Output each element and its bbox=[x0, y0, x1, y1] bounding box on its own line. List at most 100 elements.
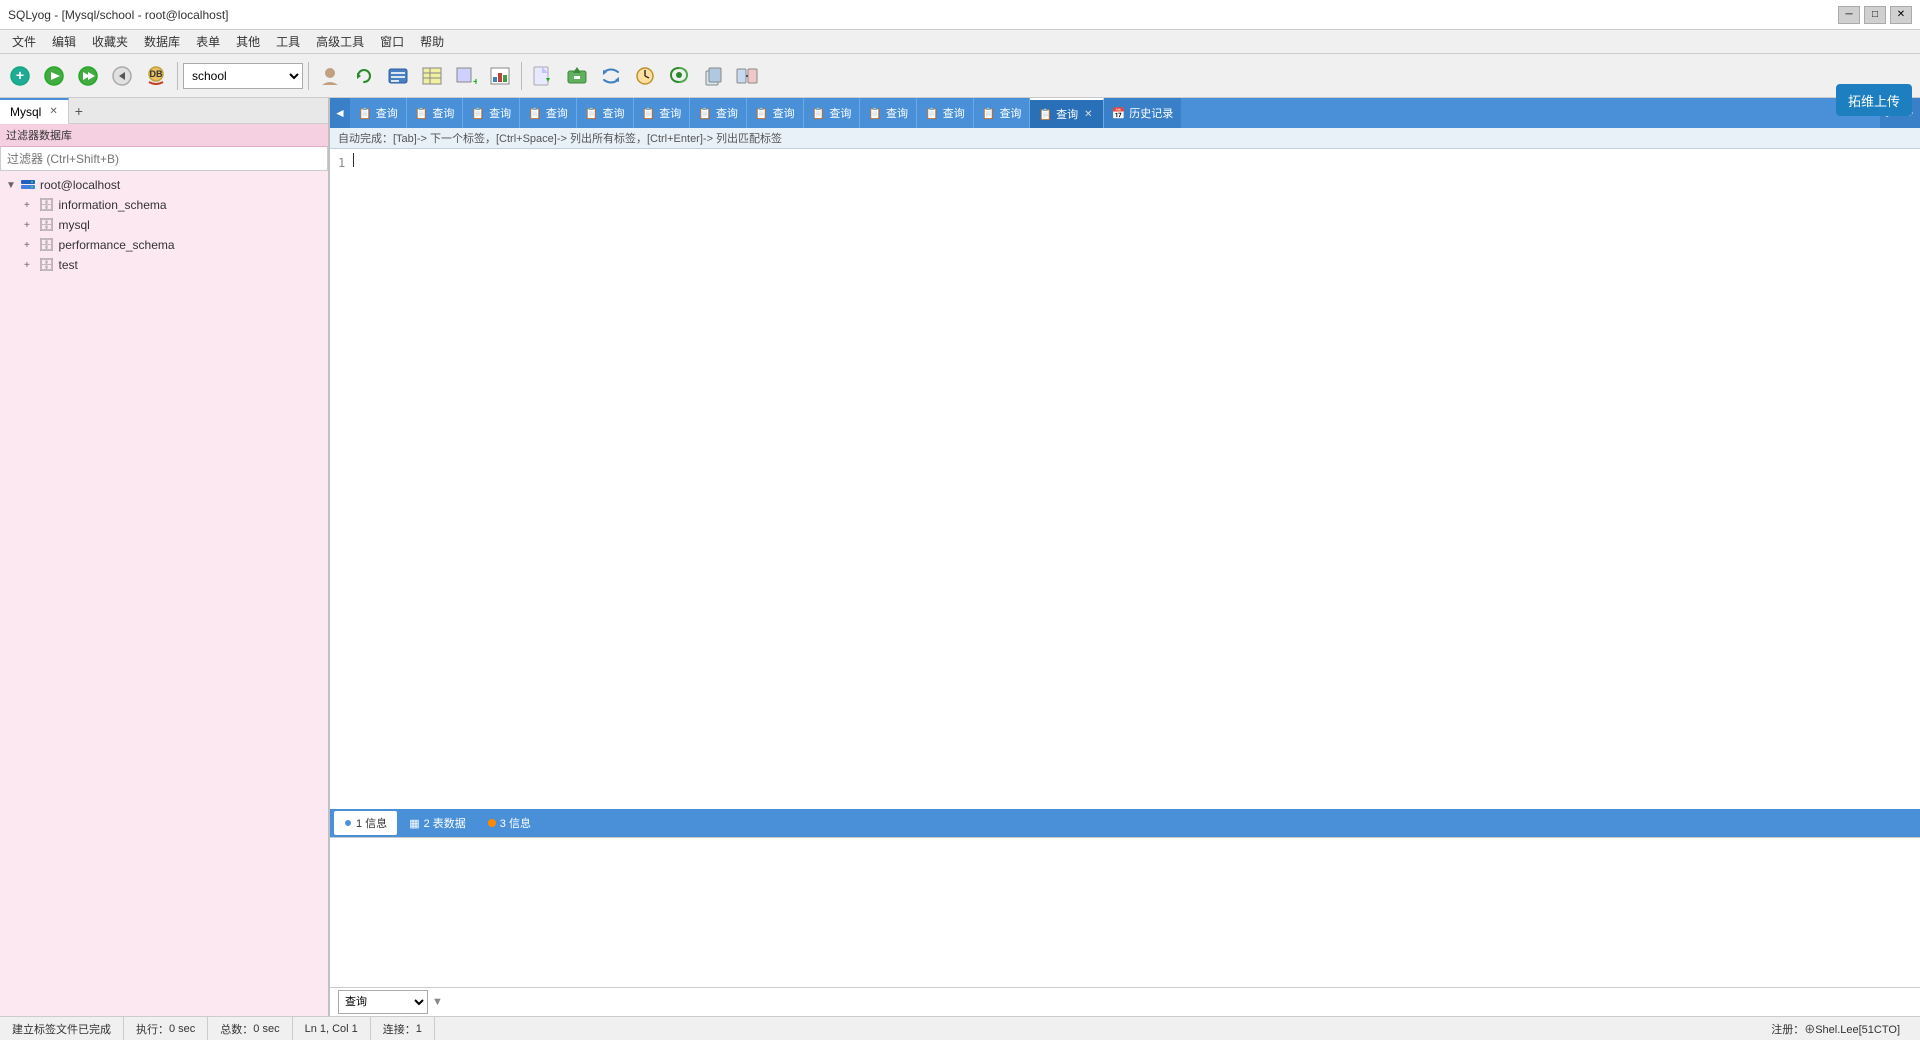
query-type-select[interactable]: 查询 bbox=[338, 990, 428, 1014]
tab-icon: 📋 bbox=[868, 107, 882, 120]
tree-db-item[interactable]: + 🗄 mysql bbox=[0, 215, 328, 235]
menu-item-编辑[interactable]: 编辑 bbox=[44, 31, 84, 52]
sidebar-tab-label: Mysql bbox=[10, 99, 41, 125]
history-tab[interactable]: 📅 历史记录 bbox=[1104, 98, 1182, 128]
menu-item-文件[interactable]: 文件 bbox=[4, 31, 44, 52]
menu-item-数据库[interactable]: 数据库 bbox=[136, 31, 188, 52]
query-tab-10[interactable]: 📋查询 bbox=[860, 98, 917, 128]
tree-db-item[interactable]: + 🗄 test bbox=[0, 255, 328, 275]
refresh-button[interactable] bbox=[348, 60, 380, 92]
query-tab-9[interactable]: 📋查询 bbox=[804, 98, 861, 128]
table-button[interactable] bbox=[416, 60, 448, 92]
query-tab-11[interactable]: 📋查询 bbox=[917, 98, 974, 128]
tab-label: 查询 bbox=[1056, 106, 1078, 122]
close-button[interactable]: ✕ bbox=[1890, 6, 1912, 24]
compare-button[interactable] bbox=[731, 60, 763, 92]
schedule-button[interactable] bbox=[629, 60, 661, 92]
server-icon bbox=[20, 177, 36, 193]
query-tab-13[interactable]: 📋 查询 ✕ bbox=[1030, 98, 1103, 128]
cursor-position: Ln 1, Col 1 bbox=[293, 1017, 371, 1040]
sidebar-tab-close[interactable]: ✕ bbox=[49, 99, 57, 125]
history-label: 历史记录 bbox=[1129, 105, 1173, 121]
query-tab-2[interactable]: 📋查询 bbox=[407, 98, 464, 128]
copy-button[interactable] bbox=[697, 60, 729, 92]
menu-item-工具[interactable]: 工具 bbox=[268, 31, 308, 52]
autocomplete-hint: 自动完成：[Tab]-> 下一个标签，[Ctrl+Space]-> 列出所有标签… bbox=[330, 128, 1920, 149]
tree-db-item[interactable]: + 🗄 information_schema bbox=[0, 195, 328, 215]
tab-icon: 📋 bbox=[528, 107, 542, 120]
menu-item-窗口[interactable]: 窗口 bbox=[372, 31, 412, 52]
tab-icon: 📋 bbox=[812, 107, 826, 120]
bottom-tab-info[interactable]: 1 信息 bbox=[334, 811, 397, 835]
import-button[interactable]: DB bbox=[140, 60, 172, 92]
export-button[interactable] bbox=[527, 60, 559, 92]
expand-icon: ▼ bbox=[6, 180, 16, 191]
query-tab-7[interactable]: 📋查询 bbox=[690, 98, 747, 128]
tree-host-item[interactable]: ▼ root@localhost bbox=[0, 175, 328, 195]
query-tab-3[interactable]: 📋查询 bbox=[463, 98, 520, 128]
new-connection-button[interactable]: + bbox=[4, 60, 36, 92]
query-tab-4[interactable]: 📋 查询 bbox=[520, 98, 577, 128]
connection-value: 1 bbox=[416, 1023, 422, 1035]
tab-label: 查询 bbox=[376, 105, 398, 121]
line-number: 1 bbox=[338, 156, 345, 170]
toolbar: + DB school bbox=[0, 54, 1920, 98]
schema-button[interactable] bbox=[382, 60, 414, 92]
tab-label: 查询 bbox=[999, 105, 1021, 121]
run-all-button[interactable] bbox=[72, 60, 104, 92]
new-table-button[interactable]: + bbox=[450, 60, 482, 92]
tab-label: 查询 bbox=[716, 105, 738, 121]
tab-icon: 📋 bbox=[585, 107, 599, 120]
menu-item-其他[interactable]: 其他 bbox=[228, 31, 268, 52]
query-tab-1[interactable]: 📋查询 bbox=[350, 98, 407, 128]
bottom-query-type: 查询 ▼ bbox=[330, 987, 1920, 1016]
menu-item-帮助[interactable]: 帮助 bbox=[412, 31, 452, 52]
maximize-button[interactable]: □ bbox=[1864, 6, 1886, 24]
sidebar-tab-mysql[interactable]: Mysql ✕ bbox=[0, 98, 69, 124]
upload-button[interactable]: 拓维上传 bbox=[1836, 84, 1912, 116]
tabs-prev-button[interactable]: ◄ bbox=[330, 98, 350, 128]
query-editor[interactable]: 1 bbox=[330, 149, 1920, 809]
minimize-button[interactable]: ─ bbox=[1838, 6, 1860, 24]
database-select[interactable]: school bbox=[183, 63, 303, 89]
user-button[interactable] bbox=[314, 60, 346, 92]
window-title: SQLyog - [Mysql/school - root@localhost] bbox=[8, 8, 229, 22]
db-name: test bbox=[59, 258, 78, 272]
sync-button[interactable] bbox=[595, 60, 627, 92]
query-tab-6[interactable]: 📋查询 bbox=[634, 98, 691, 128]
db-expand-icon: + bbox=[24, 240, 34, 251]
tab-label: 查询 bbox=[546, 105, 568, 121]
exec-time: 执行： 0 sec bbox=[124, 1017, 208, 1040]
query-tab-12[interactable]: 📋查询 bbox=[974, 98, 1031, 128]
db-icon: 🗄 bbox=[38, 257, 55, 273]
query-tab-8[interactable]: 📋查询 bbox=[747, 98, 804, 128]
backup-button[interactable] bbox=[663, 60, 695, 92]
db-name: information_schema bbox=[59, 198, 167, 212]
run-button[interactable] bbox=[38, 60, 70, 92]
import-data-button[interactable] bbox=[561, 60, 593, 92]
tab-close-button[interactable]: ✕ bbox=[1082, 109, 1094, 120]
sidebar-filter-label: 过滤器数据库 bbox=[0, 124, 328, 147]
result-area bbox=[330, 837, 1920, 987]
main-area: Mysql ✕ + 过滤器数据库 ▼ root@localhost + 🗄 bbox=[0, 98, 1920, 1016]
exec-value: 0 sec bbox=[169, 1023, 195, 1035]
tab-label: 查询 bbox=[432, 105, 454, 121]
bottom-tab-tabledata[interactable]: ▦ 2 表数据 bbox=[399, 811, 476, 835]
menu-item-高级工具[interactable]: 高级工具 bbox=[308, 31, 372, 52]
bottom-tab-info2[interactable]: 3 信息 bbox=[478, 811, 541, 835]
menu-item-收藏夹[interactable]: 收藏夹 bbox=[84, 31, 136, 52]
sidebar-tab-add[interactable]: + bbox=[69, 103, 89, 119]
tree-db-item[interactable]: + 🗄 performance_schema bbox=[0, 235, 328, 255]
dropdown-icon: ▼ bbox=[432, 996, 443, 1008]
menu-item-表单[interactable]: 表单 bbox=[188, 31, 228, 52]
chart-button[interactable] bbox=[484, 60, 516, 92]
query-tab-5[interactable]: 📋 查询 bbox=[577, 98, 634, 128]
note-info: 注册：⊕Shel.Lee[51CTO] bbox=[1759, 1017, 1912, 1040]
tab-label: 查询 bbox=[603, 105, 625, 121]
sidebar-filter-input[interactable] bbox=[0, 147, 328, 171]
tab-label: 查询 bbox=[489, 105, 511, 121]
query-tabs: ◄ 📋查询 📋查询 📋查询 📋查询 📋查询 📋查询 📋查询 📋查询 📋查询 📋查… bbox=[330, 98, 1920, 128]
db-icon: 🗄 bbox=[38, 237, 55, 253]
back-button[interactable] bbox=[106, 60, 138, 92]
db-name: performance_schema bbox=[59, 238, 175, 252]
